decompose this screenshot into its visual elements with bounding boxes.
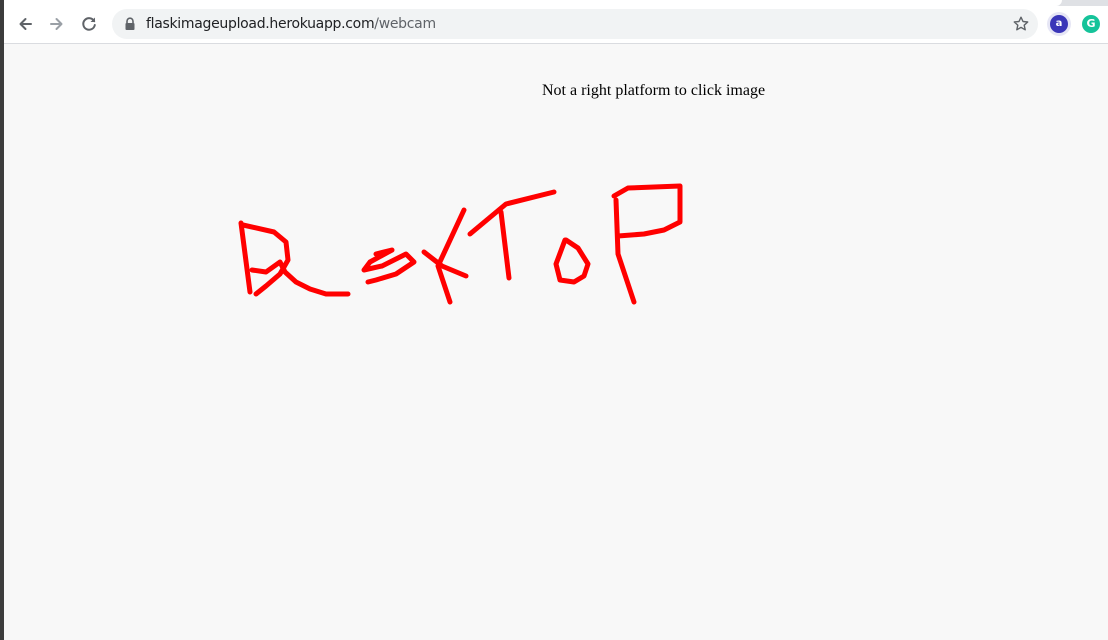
drawing-stroke-o: [553, 237, 591, 285]
browser-toolbar: flaskimageupload.herokuapp.com/webcam a …: [4, 6, 1108, 44]
drawing-stroke-p-bowl: [611, 183, 683, 239]
drawing-stroke-e: [249, 259, 351, 297]
back-button[interactable]: [10, 9, 40, 39]
drawing-stroke-k-stem: [435, 207, 467, 305]
arrow-left-icon: [19, 18, 32, 30]
reload-button[interactable]: [74, 9, 104, 39]
extension-a-glyph: a: [1055, 18, 1063, 29]
extension-a-icon[interactable]: a: [1050, 15, 1068, 33]
url-path: /webcam: [374, 16, 436, 32]
url-text[interactable]: flaskimageupload.herokuapp.com/webcam: [146, 9, 436, 39]
handwritten-drawing: [238, 183, 683, 305]
drawing-stroke-t-stem: [498, 209, 512, 281]
drawing-stroke-p-stem: [613, 197, 637, 305]
arrow-right-icon: [50, 18, 63, 30]
grammarly-icon[interactable]: G: [1082, 15, 1100, 33]
page-content: Not a right platform to click image: [4, 44, 1108, 640]
address-bar[interactable]: flaskimageupload.herokuapp.com/webcam: [112, 9, 1038, 39]
star-icon[interactable]: [1012, 15, 1030, 33]
url-host: flaskimageupload.herokuapp.com: [146, 16, 375, 32]
grammarly-glyph: G: [1086, 17, 1096, 30]
drawing-stroke-t-bar: [467, 189, 557, 237]
drawing-stroke-s: [361, 247, 417, 285]
lock-icon: [125, 17, 135, 30]
drawing-stroke-d-stem: [238, 220, 253, 295]
reload-icon: [82, 17, 96, 31]
forward-button[interactable]: [42, 9, 72, 39]
